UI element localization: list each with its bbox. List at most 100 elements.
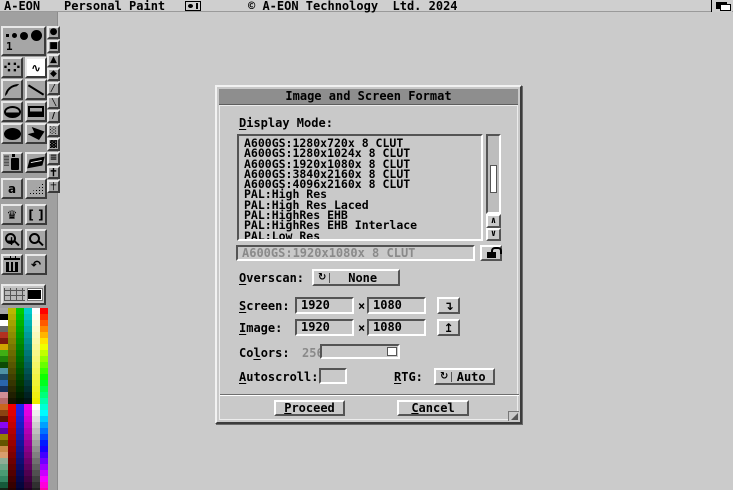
copy-screen-to-image-button[interactable]: ↴ [437,297,460,314]
rtg-label: RTG: [394,371,423,383]
menubar: A-EON Personal Paint © A-EON Technology … [0,0,733,12]
proceed-button[interactable]: Proceed [274,400,345,416]
autoscroll-label: Autoscroll: [239,371,318,383]
sparse-dots-pattern-icon: ░ [50,126,57,135]
brush-size-selector[interactable]: 1 [1,26,46,56]
triangle-brush-icon: ▲ [50,56,57,65]
chevron-up-icon: ∧ [491,217,496,226]
separator [220,394,519,396]
magnify-icon [29,233,40,244]
rtg-cycle[interactable]: ↻ Auto [434,368,495,385]
copyright-text: © A-EON Technology Ltd. 2024 [248,0,458,12]
tool-undo-button[interactable]: ↶ [25,254,47,275]
current-color-frame [27,288,43,301]
screen-depth-gadget-icon[interactable] [711,0,732,12]
tool-curve-button[interactable] [1,79,23,100]
screen-width-field[interactable]: 1920 [295,297,354,314]
mode-lock-button[interactable] [480,245,502,261]
round-brush-icon: ● [50,28,58,37]
display-mode-list: A600GS:1280x720x 8 CLUTA600GS:1280x1024x… [237,134,483,241]
line-icon [28,84,44,95]
scrollbar-thumb[interactable] [490,165,497,193]
undo-icon: ↶ [31,259,41,271]
tool-magnify-button[interactable] [25,229,47,250]
diamond-brush-icon: ◆ [50,70,57,79]
resize-handle[interactable] [508,411,519,421]
display-mode-label: Display Mode: [239,117,333,129]
brush-size-value: 1 [6,41,13,52]
cancel-button[interactable]: Cancel [397,400,469,416]
trash-icon [6,262,18,272]
dialog-titlebar[interactable]: Image and Screen Format [219,89,518,105]
copy-image-to-screen-button[interactable]: ↥ [437,319,460,336]
tool-filled-ellipse-button[interactable] [1,123,23,144]
menu-a-eon[interactable]: A-EON [4,0,40,12]
image-times-sign: × [358,322,365,334]
tool-line-button[interactable] [25,79,47,100]
tool-symmetry-button[interactable]: ♛ [1,204,23,225]
tool-panel: 1 ⠪⠕∿a♛[ ]↶●■▲◆╱╲∕░▓≡╋┼ [0,12,58,490]
overscan-cycle[interactable]: ↻ None [312,269,400,286]
app-title: Personal Paint [64,0,165,12]
tool-polygon-button[interactable] [25,123,47,144]
tool-magnify-plus-button[interactable] [1,229,23,250]
dither-icon [29,183,44,195]
horizontal-lines-pattern-icon: ≡ [50,154,58,163]
pattern-and-color-indicator [1,284,46,305]
transparency-grid-icon[interactable] [4,288,25,301]
tool-fill-button[interactable] [25,152,47,173]
rectangle-icon [28,106,44,117]
fill-icon [27,157,45,169]
rtg-value: Auto [455,370,493,384]
define-brush-icon: [ ] [28,209,43,221]
current-color-swatch[interactable] [28,290,41,299]
selected-mode-field: A600GS:1920x1080x 8 CLUT [236,245,475,261]
tool-dither-button[interactable] [25,178,47,199]
tool-rectangle-button[interactable] [25,101,47,122]
colors-slider-knob[interactable] [387,347,397,356]
project-icon [185,1,201,11]
arrow-down-icon: ↴ [443,300,453,312]
tool-define-brush-button[interactable]: [ ] [25,204,47,225]
freehand-icon: ∿ [31,62,41,74]
square-brush-icon: ■ [49,42,58,51]
thin-diagonal-line-icon: ∕ [52,112,55,121]
scrollbar-track[interactable] [486,134,501,214]
tool-trash-button[interactable] [1,254,23,275]
overscan-label: Overscan: [239,272,304,284]
screen-height-field[interactable]: 1080 [367,297,426,314]
tool-spray-button[interactable] [1,152,23,173]
symmetry-icon: ♛ [7,209,18,221]
curve-icon [5,84,19,96]
lock-icon [487,252,496,258]
autoscroll-checkbox[interactable] [319,368,347,384]
tool-freehand-button[interactable]: ∿ [25,57,47,78]
tool-ellipse-button[interactable] [1,101,23,122]
scroll-down-button[interactable]: ∨ [486,228,501,241]
image-label: Image: [239,322,282,334]
image-width-field[interactable]: 1920 [295,319,354,336]
arrow-up-icon: ↥ [443,322,453,334]
personal-paint-screen: A-EON Personal Paint © A-EON Technology … [0,0,733,490]
medium-diagonal-line-icon: ╲ [51,98,56,107]
spray-icon [11,158,19,170]
cycle-icon: ↻ [440,372,452,382]
thick-diagonal-line-icon: ╱ [51,84,56,93]
tool-text-button[interactable]: a [1,178,23,199]
colors-slider[interactable] [320,344,400,359]
overscan-value: None [333,271,398,285]
polygon-icon [28,127,45,140]
cycle-icon: ↻ [318,273,330,283]
image-screen-format-dialog: Image and Screen Format Display Mode: A6… [215,85,522,424]
display-mode-option[interactable]: PAL:Low Res [244,231,481,241]
scroll-up-button[interactable]: ∧ [486,214,501,228]
screen-times-sign: × [358,300,365,312]
colors-label: Colors: [239,347,290,359]
airbrush-icon: ⠪⠕ [3,62,22,74]
magnify-plus-icon [5,233,16,244]
image-height-field[interactable]: 1080 [367,319,426,336]
ellipse-icon [4,106,21,118]
tool-airbrush-button[interactable]: ⠪⠕ [1,57,23,78]
thin-cross-icon: ┼ [51,182,56,191]
text-icon: a [8,183,16,195]
